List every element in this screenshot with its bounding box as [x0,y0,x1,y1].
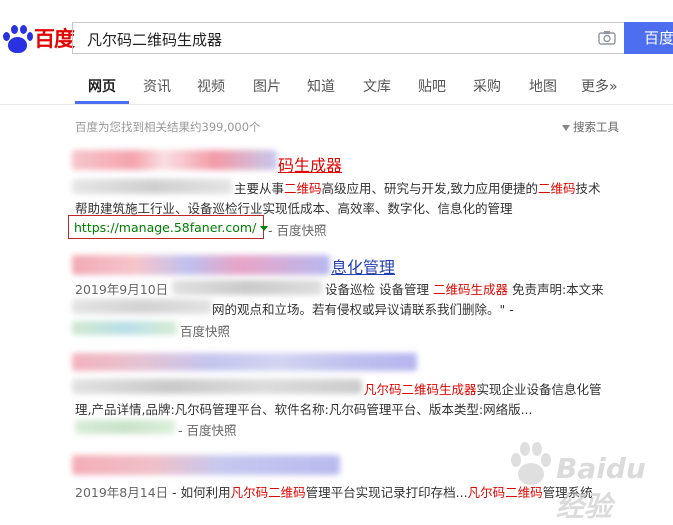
watermark-text: Baidu经验 [556,452,646,523]
search-tools-label: 搜索工具 [573,120,619,134]
snapshot-link[interactable]: - 百度快照 [268,220,326,239]
search-input[interactable] [85,23,589,55]
result-url[interactable]: https://manage.58faner.com/ [74,220,269,235]
result-date: 2019年9月10日 [75,279,168,298]
blurred-snippet [172,280,322,295]
tab-wenku[interactable]: 文库 [363,76,391,96]
result-title[interactable]: 码生成器 [278,152,342,176]
tab-web[interactable]: 网页 [88,76,116,96]
date-text: 2019年9月10日 [75,282,169,297]
paw-icon [511,442,551,485]
snapshot-link[interactable]: 百度快照 [180,321,230,340]
blurred-title [72,150,277,170]
baidu-logo[interactable]: 百度 [2,18,75,58]
snapshot-link[interactable]: - 百度快照 [178,420,236,439]
result-count: 百度为您找到相关结果约399,000个 [75,120,261,134]
tab-tieba[interactable]: 贴吧 [418,76,446,96]
snippet-text: 实现企业设备信息化管 [476,382,602,397]
tab-video[interactable]: 视频 [197,76,225,96]
tab-images[interactable]: 图片 [253,76,281,96]
blurred-title [72,455,340,475]
search-button[interactable]: 百度 [624,22,673,54]
logo-text: 百度 [34,27,75,51]
header-bar: 百度 百度 [0,0,673,62]
paw-icon [2,23,33,53]
divider [0,104,673,105]
result-snippet: 凡尔码二维码生成器实现企业设备信息化管 [364,379,602,398]
baidu-jingyan-watermark: Baidu经验 [508,438,668,523]
snippet-highlight: 凡尔码二维码生成器 [364,382,477,397]
snippet-dash: - [509,302,514,317]
blurred-snippet [72,379,362,394]
blurred-snippet [72,299,212,314]
blurred-snippet [72,179,232,194]
search-box[interactable] [72,22,624,55]
result-title-text[interactable]: 码生成器 [278,156,342,175]
camera-icon[interactable] [598,30,616,45]
result-url-text[interactable]: https://manage.58faner.com/ [74,220,256,235]
result-snippet: 主要从事二维码高级应用、研究与开发,致力应用便捷的二维码技术 [234,181,601,196]
tab-purchase[interactable]: 采购 [473,76,501,96]
result-title-text[interactable]: 息化管理 [331,258,395,277]
search-tabs: 网页 资讯 视频 图片 知道 文库 贴吧 采购 地图 更多» [0,66,673,104]
tab-map[interactable]: 地图 [529,76,557,96]
blurred-url [72,321,177,335]
result-snippet: 设备巡检 设备管理 二维码生成器 免责声明:本文来 [325,282,604,297]
result-snippet: 理,产品详情,品牌:凡尔码管理平台、软件名称:凡尔码管理平台、版本类型:网络版.… [75,402,533,417]
result-snippet: 网的观点和立场。若有侵权或异议请联系我们删除。" - [212,299,514,318]
search-tools-button[interactable]: 搜索工具 [562,119,619,135]
tab-news[interactable]: 资讯 [143,76,171,96]
tab-zhidao[interactable]: 知道 [307,76,335,96]
blurred-title [72,255,330,275]
tab-more[interactable]: 更多» [581,76,618,96]
snippet-text: 网的观点和立场。若有侵权或异议请联系我们删除。" [212,302,506,317]
filter-icon [562,124,570,131]
blurred-title [72,353,417,371]
blurred-url [75,420,175,434]
result-title[interactable]: 息化管理 [331,254,395,278]
